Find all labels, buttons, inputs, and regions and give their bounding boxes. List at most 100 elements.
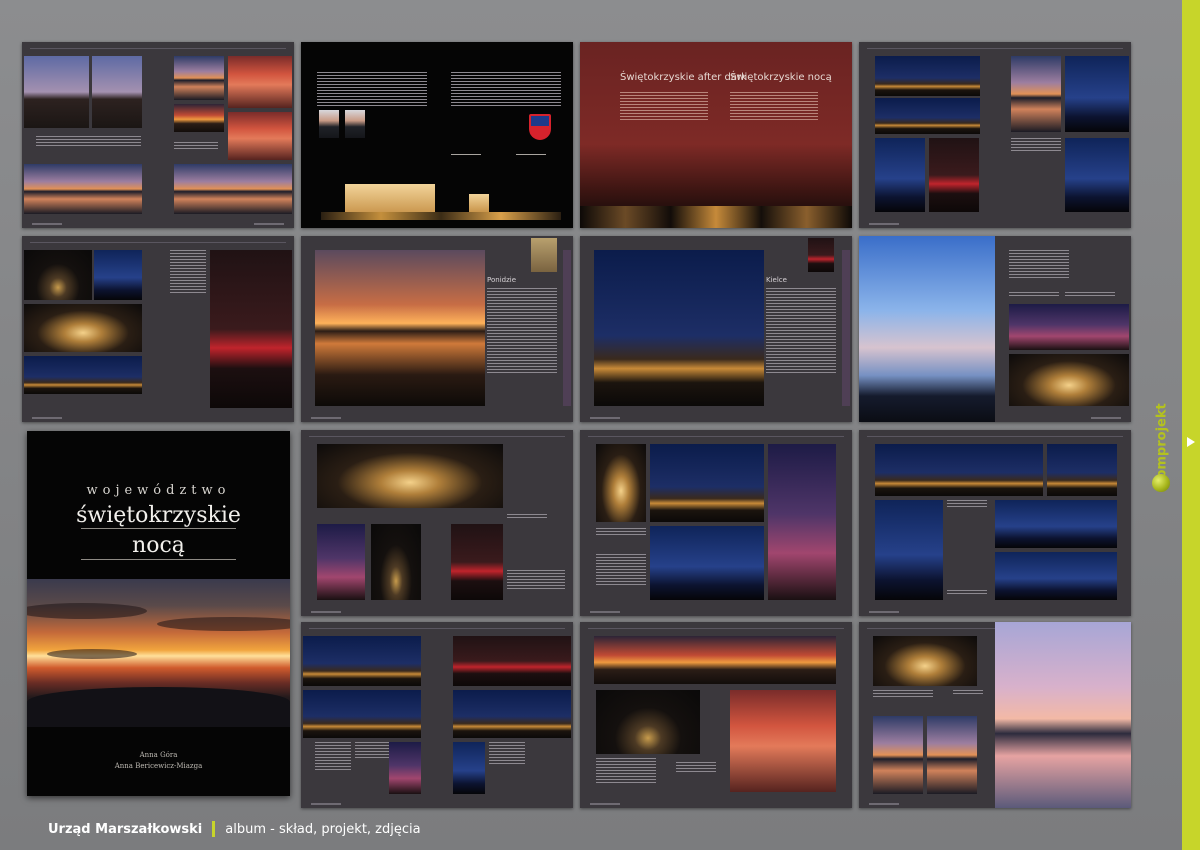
album-spread-4[interactable] xyxy=(859,42,1131,228)
album-spread-6[interactable]: Ponidzie xyxy=(301,236,573,422)
portrait-photo xyxy=(345,110,365,138)
page-number xyxy=(869,223,899,225)
page-number xyxy=(311,611,341,613)
photo-church-trees xyxy=(873,636,977,686)
caption xyxy=(947,500,987,509)
page-number xyxy=(254,223,284,225)
caption xyxy=(174,142,218,151)
header-rule xyxy=(867,628,997,629)
header-rule xyxy=(309,436,565,437)
album-cover[interactable]: województwo świętokrzyskie nocą Anna Gór… xyxy=(27,431,290,796)
cover-title-line2: świętokrzyskie xyxy=(76,503,241,528)
photo-city-lights xyxy=(580,206,852,228)
album-spread-8[interactable] xyxy=(859,236,1131,422)
caption xyxy=(1009,292,1059,298)
page-number xyxy=(32,417,62,419)
page-number xyxy=(32,223,62,225)
photo-kielce-night xyxy=(594,250,764,406)
photo-street-evening xyxy=(317,524,365,600)
photo-blue-hour xyxy=(94,250,142,300)
section-heading: Ponidzie xyxy=(487,276,517,284)
photo-town-night xyxy=(875,56,980,96)
caption xyxy=(596,528,646,537)
header-rule xyxy=(867,48,1123,49)
text-column xyxy=(355,742,391,760)
cover-title-line3: nocą xyxy=(132,533,185,558)
photo-chapel-night xyxy=(303,690,421,738)
photo-dusk-town xyxy=(1011,56,1061,132)
signature xyxy=(451,154,481,157)
footer-caption: Urząd Marszałkowski album - skład, proje… xyxy=(48,820,421,838)
section-heading: Kielce xyxy=(766,276,787,284)
photo-windmill-moon xyxy=(768,444,836,600)
album-spread-2[interactable] xyxy=(301,42,573,228)
photo-houses xyxy=(1047,444,1117,496)
photo-town-panorama xyxy=(303,636,421,686)
next-arrow-icon[interactable] xyxy=(1187,437,1195,447)
photo-tower-night xyxy=(1065,138,1129,212)
photo-skyline-blue xyxy=(875,444,1043,496)
album-spread-7[interactable]: Kielce xyxy=(580,236,852,422)
cover-photo-sunset xyxy=(27,579,290,727)
photo-sky-castle xyxy=(859,236,995,422)
page-number xyxy=(311,803,341,805)
photo-ruin-dusk xyxy=(92,56,142,128)
page-number xyxy=(590,803,620,805)
text-column xyxy=(730,92,818,122)
photo-chapel-lit xyxy=(995,500,1117,548)
photo-church-lit xyxy=(453,690,571,738)
album-spread-9[interactable] xyxy=(301,430,573,616)
photo-wooden-church xyxy=(650,526,764,600)
cover-title-rule xyxy=(81,528,236,529)
header-rule xyxy=(588,628,844,629)
logo: abmprojekt xyxy=(1150,400,1172,500)
photo-building-night xyxy=(469,194,489,212)
photo-riverside xyxy=(451,524,503,600)
caption xyxy=(1065,292,1115,298)
album-spread-11[interactable] xyxy=(859,430,1131,616)
album-spread-1[interactable] xyxy=(22,42,294,228)
photo-lake-panorama xyxy=(24,164,142,214)
photo-red-sky xyxy=(228,56,292,108)
album-spread-3[interactable]: Świętokrzyskie after dark Świętokrzyskie… xyxy=(580,42,852,228)
photo-shrine-night xyxy=(389,742,421,794)
photo-castle-moon xyxy=(1065,56,1129,132)
text-column xyxy=(596,758,656,785)
header-rule xyxy=(30,242,286,243)
photo-orange-water xyxy=(174,104,224,132)
album-spread-5[interactable] xyxy=(22,236,294,422)
caption xyxy=(36,136,141,148)
photo-shrine-lit xyxy=(596,690,700,754)
header-rule xyxy=(588,436,844,437)
photo-red-lights-towers xyxy=(210,250,292,408)
photo-town-glow xyxy=(1009,304,1129,350)
text-column xyxy=(596,554,646,587)
album-spread-12[interactable] xyxy=(301,622,573,808)
photo-church-silhouette xyxy=(453,636,571,686)
photo-town-lights xyxy=(875,98,980,134)
photo-trees-red xyxy=(929,138,979,212)
project-description: album - skład, projekt, zdjęcia xyxy=(225,821,421,837)
photo-building-lit xyxy=(24,304,142,352)
caption xyxy=(873,690,933,699)
photo-sunset-trees-reflection xyxy=(315,250,485,406)
photo-house-lit xyxy=(371,524,421,600)
album-spread-13[interactable] xyxy=(580,622,852,808)
text-column xyxy=(170,250,206,295)
photo-small-night xyxy=(808,238,834,272)
portrait-photo xyxy=(319,110,339,138)
album-spread-10[interactable] xyxy=(580,430,852,616)
photo-sculpture xyxy=(531,238,557,272)
page-number xyxy=(590,417,620,419)
photo-villa-night xyxy=(650,444,764,522)
photo-pastel-lake xyxy=(995,622,1131,808)
photo-trees-night xyxy=(875,138,925,212)
logo-ball-icon xyxy=(1152,474,1170,492)
text-column xyxy=(317,72,427,108)
accent-stripe xyxy=(842,250,850,406)
photo-lake-reflection xyxy=(927,716,977,794)
photo-lake-sunset xyxy=(174,56,224,100)
caption xyxy=(947,590,987,596)
album-spread-14[interactable] xyxy=(859,622,1131,808)
caption xyxy=(507,514,547,520)
